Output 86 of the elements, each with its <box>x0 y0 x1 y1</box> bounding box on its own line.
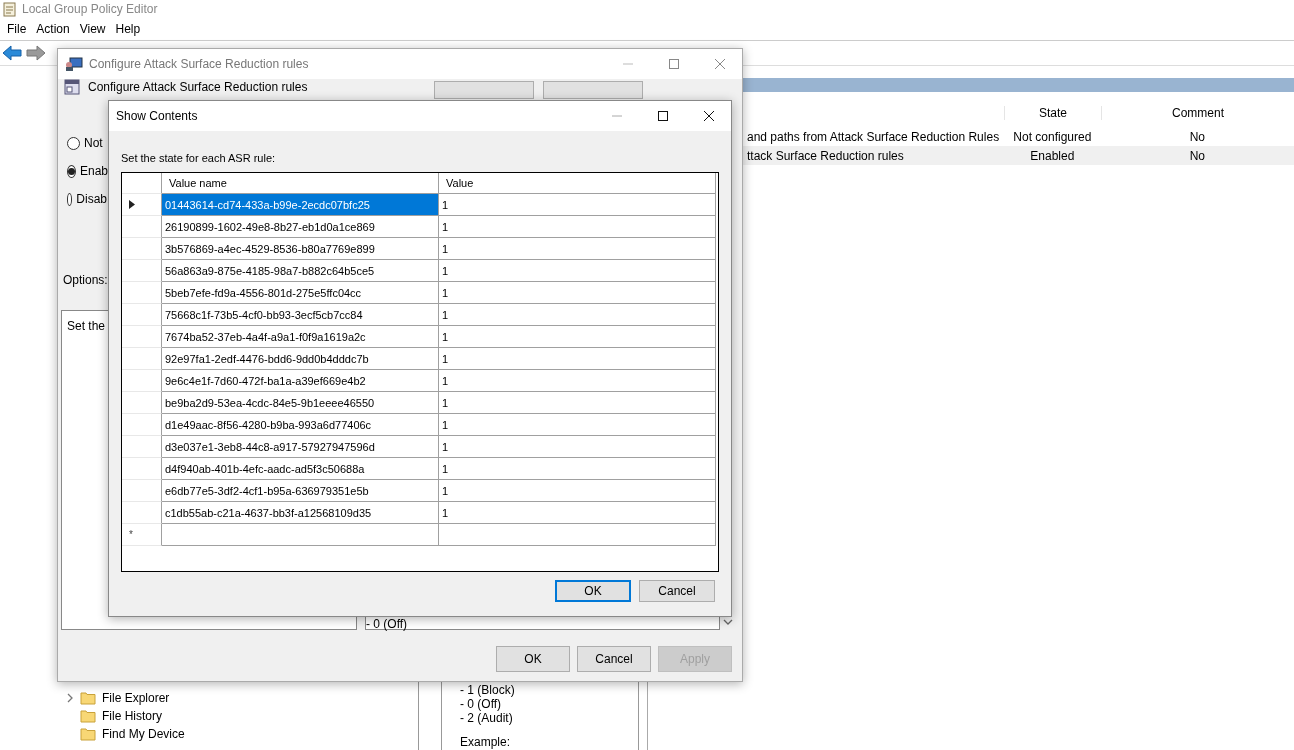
value-cell[interactable]: 1 <box>439 304 716 326</box>
value-name-cell[interactable]: 56a863a9-875e-4185-98a7-b882c64b5ce5 <box>162 260 439 282</box>
nav-button[interactable] <box>543 81 643 99</box>
value-name-cell[interactable]: d1e49aac-8f56-4280-b9ba-993a6d77406c <box>162 414 439 436</box>
value-name-cell[interactable]: 7674ba52-37eb-4a4f-a9a1-f0f9a1619a2c <box>162 326 439 348</box>
column-header[interactable]: Comment <box>1101 106 1294 120</box>
dialog-button[interactable]: OK <box>496 646 570 672</box>
setting-comment: No <box>1188 129 1206 144</box>
menu-item[interactable]: Action <box>33 22 77 36</box>
value-cell[interactable]: 1 <box>439 282 716 304</box>
prompt-text: Set the state for each ASR rule: <box>121 152 277 166</box>
close-icon[interactable] <box>703 110 715 122</box>
value-cell[interactable]: 1 <box>439 260 716 282</box>
value-cell[interactable]: 1 <box>439 502 716 524</box>
value-cell[interactable]: 1 <box>439 480 716 502</box>
setting-name: ttack Surface Reduction rules <box>746 148 905 163</box>
back-arrow-icon[interactable] <box>2 45 22 61</box>
dialog-button[interactable]: Cancel <box>577 646 651 672</box>
value-name-cell[interactable]: 01443614-cd74-433a-b99e-2ecdc07bfc25 <box>162 194 439 216</box>
description-line: Example: <box>460 735 512 749</box>
menu-item[interactable]: Help <box>112 22 148 36</box>
value-cell[interactable]: 1 <box>439 238 716 260</box>
computer-icon <box>65 56 83 72</box>
nav-button[interactable] <box>434 81 534 99</box>
options-text: Set the <box>67 319 106 333</box>
setting-state: Not configured <box>1012 129 1093 144</box>
column-header[interactable]: Value <box>439 173 716 194</box>
dialog-title: Configure Attack Surface Reduction rules <box>89 57 309 71</box>
chevron-right-icon[interactable] <box>66 693 74 703</box>
policy-editor-icon <box>2 1 18 17</box>
setting-comment: No <box>1188 148 1206 163</box>
value-cell[interactable]: 1 <box>439 370 716 392</box>
value-name-cell[interactable]: d3e037e1-3eb8-44c8-a917-57927947596d <box>162 436 439 458</box>
radio-button[interactable] <box>67 136 80 150</box>
window-title: Local Group Policy Editor <box>22 2 158 16</box>
options-label: Options: <box>62 273 107 289</box>
value-name-cell[interactable]: d4f940ab-401b-4efc-aadc-ad5f3c50688a <box>162 458 439 480</box>
scroll-down-icon[interactable] <box>723 618 733 626</box>
setting-heading: Configure Attack Surface Reduction rules <box>88 80 308 94</box>
value-cell[interactable]: 1 <box>439 194 716 216</box>
value-name-cell[interactable]: 26190899-1602-49e8-8b27-eb1d0a1ce869 <box>162 216 439 238</box>
radio-label[interactable]: Disab <box>76 192 107 206</box>
value-name-cell[interactable]: 75668c1f-73b5-4cf0-bb93-3ecf5cb7cc84 <box>162 304 439 326</box>
value-cell[interactable]: 1 <box>439 216 716 238</box>
value-name-cell[interactable]: be9ba2d9-53ea-4cdc-84e5-9b1eeee46550 <box>162 392 439 414</box>
value-name-cell[interactable]: e6db77e5-3df2-4cf1-b95a-636979351e5b <box>162 480 439 502</box>
current-row-icon <box>129 200 135 209</box>
value-cell[interactable]: 1 <box>439 326 716 348</box>
folder-icon <box>80 709 96 723</box>
value-name-cell[interactable]: 9e6c4e1f-7d60-472f-ba1a-a39ef669e4b2 <box>162 370 439 392</box>
tree-item[interactable]: File History <box>102 709 162 723</box>
setting-state: Enabled <box>1029 148 1076 163</box>
description-line: - 0 (Off) <box>460 697 503 711</box>
radio-button[interactable] <box>67 164 76 178</box>
value-cell[interactable]: 1 <box>439 392 716 414</box>
value-name-cell[interactable]: 92e97fa1-2edf-4476-bdd6-9dd0b4dddc7b <box>162 348 439 370</box>
tree-item[interactable]: File Explorer <box>102 691 170 705</box>
radio-label[interactable]: Not <box>84 136 103 150</box>
value-cell[interactable]: 1 <box>439 458 716 480</box>
new-row-marker: * <box>129 529 133 540</box>
maximize-icon[interactable] <box>657 110 669 122</box>
folder-icon <box>80 691 96 705</box>
value-name-cell[interactable]: c1db55ab-c21a-4637-bb3f-a12568109d35 <box>162 502 439 524</box>
description-line: - 1 (Block) <box>460 683 516 697</box>
menu-item[interactable]: View <box>76 22 113 36</box>
dialog-title: Show Contents <box>116 109 198 123</box>
setting-name: and paths from Attack Surface Reduction Rules <box>746 129 1001 144</box>
grid-corner-header <box>122 173 162 194</box>
folder-icon <box>80 727 96 741</box>
value-cell[interactable] <box>439 524 716 546</box>
radio-button[interactable] <box>67 192 73 206</box>
radio-label[interactable]: Enab <box>80 164 109 178</box>
value-name-cell[interactable]: 3b576869-a4ec-4529-8536-b80a7769e899 <box>162 238 439 260</box>
menu-item[interactable]: File <box>4 22 34 36</box>
dialog-button[interactable]: OK <box>555 580 631 602</box>
forward-arrow-icon[interactable] <box>26 45 46 61</box>
value-cell[interactable]: 1 <box>439 414 716 436</box>
tree-item[interactable]: Find My Device <box>102 727 185 741</box>
value-name-cell[interactable]: 5beb7efe-fd9a-4556-801d-275e5ffc04cc <box>162 282 439 304</box>
help-text: - 0 (Off) <box>366 618 408 630</box>
value-cell[interactable]: 1 <box>439 436 716 458</box>
column-header[interactable]: State <box>1004 106 1101 120</box>
dialog-button[interactable]: Cancel <box>639 580 715 602</box>
description-line: - 2 (Audit) <box>460 711 514 725</box>
value-cell[interactable]: 1 <box>439 348 716 370</box>
value-name-cell[interactable] <box>162 524 439 546</box>
